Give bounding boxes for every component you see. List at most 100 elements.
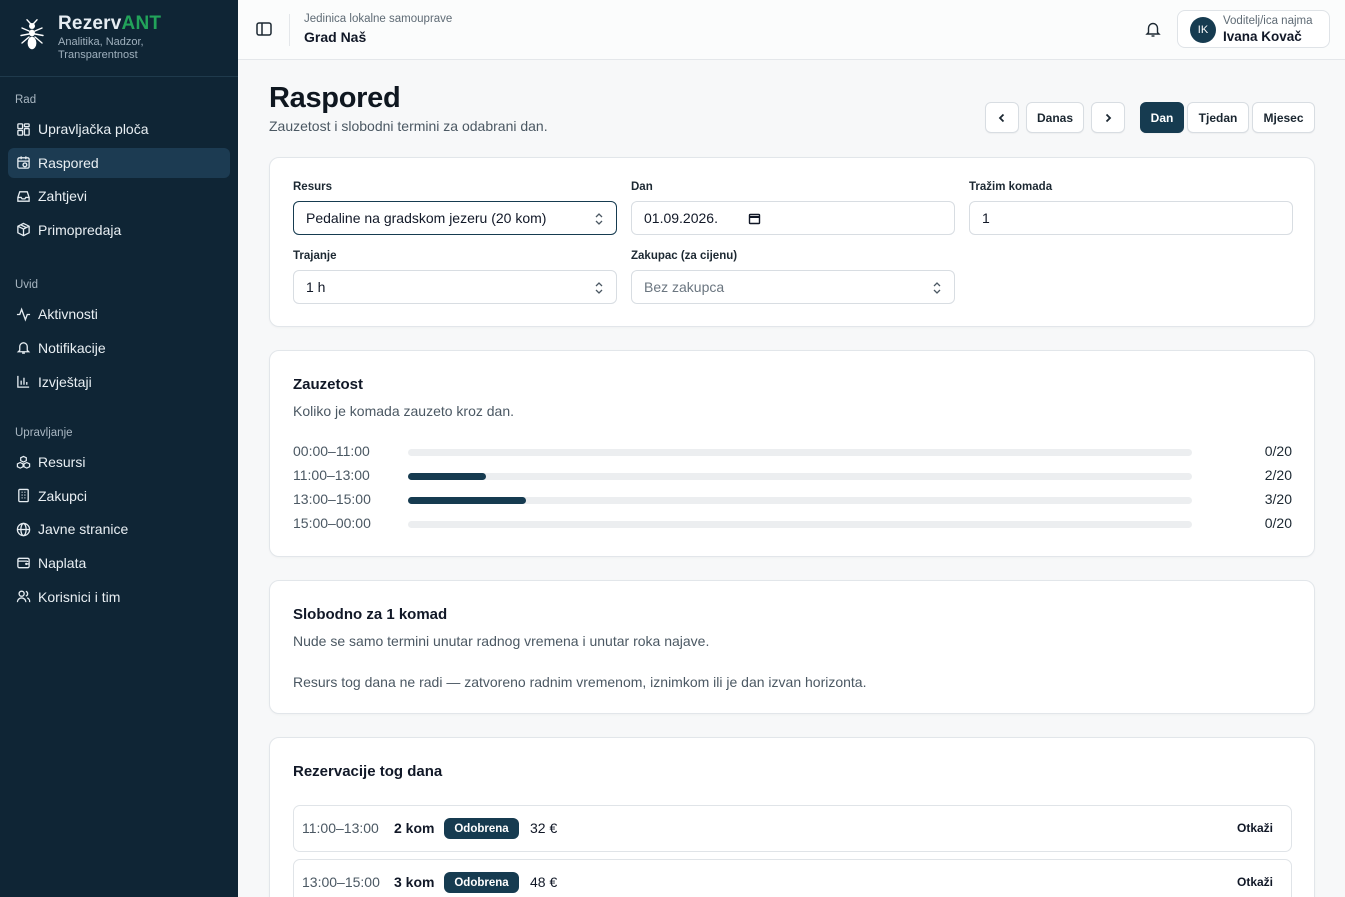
- view-day-button[interactable]: Dan: [1140, 102, 1184, 133]
- ant-logo-icon: [20, 19, 44, 50]
- chevron-right-icon: [1105, 113, 1112, 122]
- sidebar-item-label: Aktivnosti: [38, 306, 98, 323]
- occupancy-count: 0/20: [1264, 443, 1292, 459]
- free-slots-title: Slobodno za 1 komad: [293, 606, 448, 623]
- filters-card: Resurs Pedaline na gradskom jezeru (20 k…: [269, 157, 1315, 327]
- sidebar-item-izvjestaji[interactable]: Izvještaji: [8, 367, 230, 397]
- globe-icon: [16, 522, 31, 537]
- calendar-icon[interactable]: [748, 212, 761, 225]
- occupancy-row: 13:00–15:00 3/20: [293, 490, 1293, 510]
- notifications-bell-icon[interactable]: [1144, 20, 1162, 38]
- occupancy-time: 00:00–11:00: [293, 443, 370, 459]
- reservations-card: Rezervacije tog dana 11:00–13:00 2 kom O…: [269, 737, 1315, 897]
- sidebar-item-zakupci[interactable]: Zakupci: [8, 481, 230, 511]
- sidebar-item-label: Naplata: [38, 554, 87, 571]
- sidebar-item-label: Raspored: [38, 154, 99, 171]
- sidebar-item-primopredaja[interactable]: Primopredaja: [8, 215, 230, 245]
- view-month-button[interactable]: Mjesec: [1252, 102, 1315, 133]
- status-badge: Odobrena: [444, 872, 519, 893]
- view-week-button[interactable]: Tjedan: [1187, 102, 1249, 133]
- duration-select[interactable]: 1 h: [293, 270, 617, 304]
- occupancy-card: Zauzetost Koliko je komada zauzeto kroz …: [269, 350, 1315, 557]
- activity-icon: [16, 307, 31, 322]
- occupancy-row: 11:00–13:00 2/20: [293, 466, 1293, 486]
- org-subtitle: Jedinica lokalne samouprave: [304, 13, 453, 25]
- reservation-time: 11:00–13:00: [302, 820, 379, 836]
- sidebar-item-label: Korisnici i tim: [38, 588, 121, 605]
- bar-chart-icon: [17, 375, 30, 388]
- reservation-row[interactable]: 13:00–15:00 3 kom Odobrena 48 € Otkaži: [293, 859, 1292, 897]
- qty-label: Tražim komada: [969, 181, 1053, 193]
- org-title: Grad Naš: [304, 29, 367, 45]
- calendar-icon: [17, 156, 30, 169]
- occupancy-bar: [408, 449, 1192, 456]
- tenant-select-value: Bez zakupca: [644, 279, 725, 295]
- reservation-qty: 3 kom: [394, 874, 435, 890]
- topbar: Jedinica lokalne samouprave Grad Naš IK …: [238, 0, 1345, 60]
- sidebar-item-zahtjevi[interactable]: Zahtjevi: [8, 181, 230, 211]
- sidebar-item-label: Javne stranice: [38, 521, 129, 538]
- brand[interactable]: RezervANT Analitika, Nadzor, Transparent…: [0, 0, 238, 77]
- prev-day-button[interactable]: [985, 102, 1019, 133]
- sidebar-item-label: Resursi: [38, 454, 86, 471]
- page-title: Raspored: [269, 82, 401, 114]
- occupancy-count: 0/20: [1264, 515, 1292, 531]
- occupancy-bar-fill: [408, 497, 526, 504]
- nav-section-upravljanje: Upravljanje: [15, 427, 73, 440]
- sidebar-item-label: Upravljačka ploča: [38, 121, 149, 137]
- qty-value: 1: [982, 210, 990, 226]
- reservation-row[interactable]: 11:00–13:00 2 kom Odobrena 32 € Otkaži: [293, 805, 1292, 852]
- chevron-up-down-icon: [933, 282, 941, 294]
- reservations-title: Rezervacije tog dana: [293, 763, 443, 780]
- tenant-label: Zakupac (za cijenu): [631, 250, 738, 262]
- bell-icon: [16, 342, 31, 355]
- occupancy-description: Koliko je komada zauzeto kroz dan.: [293, 403, 515, 419]
- occupancy-row: 15:00–00:00 0/20: [293, 514, 1293, 534]
- reservation-time: 13:00–15:00: [302, 874, 380, 890]
- users-icon: [16, 590, 31, 603]
- day-date-input[interactable]: 01.09.2026.: [631, 201, 955, 235]
- qty-input[interactable]: 1: [969, 201, 1293, 235]
- occupancy-count: 3/20: [1264, 491, 1292, 507]
- sidebar-toggle-icon[interactable]: [255, 20, 273, 38]
- package-icon: [17, 222, 30, 237]
- building-icon: [18, 489, 29, 503]
- resource-select[interactable]: Pedaline na gradskom jezeru (20 kom): [293, 201, 617, 235]
- reservation-price: 48 €: [530, 874, 558, 890]
- free-slots-description: Nude se samo termini unutar radnog vreme…: [293, 633, 710, 649]
- chevron-left-icon: [998, 113, 1005, 122]
- sidebar-item-aktivnosti[interactable]: Aktivnosti: [8, 299, 230, 329]
- cancel-reservation-button[interactable]: Otkaži: [1237, 821, 1273, 835]
- occupancy-bar: [408, 521, 1192, 528]
- reservation-price: 32 €: [530, 820, 558, 836]
- occupancy-title: Zauzetost: [293, 376, 364, 393]
- dashboard-icon: [17, 122, 30, 136]
- sidebar-item-notifikacije[interactable]: Notifikacije: [8, 333, 230, 363]
- sidebar-item-label: Zakupci: [38, 487, 88, 504]
- sidebar-item-javne-stranice[interactable]: Javne stranice: [8, 514, 230, 544]
- sidebar-item-resursi[interactable]: Resursi: [8, 447, 230, 477]
- next-day-button[interactable]: [1091, 102, 1125, 133]
- occupancy-bar-fill: [408, 473, 487, 480]
- duration-label: Trajanje: [293, 250, 337, 262]
- avatar: IK: [1190, 17, 1216, 43]
- brand-name: RezervANT: [58, 13, 161, 35]
- brand-name-part1: Rezerv: [58, 13, 122, 34]
- sidebar-item-raspored[interactable]: Raspored: [8, 147, 230, 178]
- page-subtitle: Zauzetost i slobodni termini za odabrani…: [269, 118, 548, 134]
- occupancy-time: 11:00–13:00: [293, 467, 370, 483]
- sidebar-item-upravljacka-ploca[interactable]: Upravljačka ploča: [8, 114, 230, 144]
- sidebar-item-label: Notifikacije: [38, 339, 106, 356]
- sidebar-item-naplata[interactable]: Naplata: [8, 548, 230, 578]
- nav-section-rad: Rad: [15, 94, 37, 106]
- user-menu[interactable]: IK Voditelj/ica najma Ivana Kovač: [1177, 10, 1330, 48]
- chevron-up-down-icon: [595, 213, 603, 225]
- chevron-up-down-icon: [595, 282, 603, 294]
- today-button[interactable]: Danas: [1026, 102, 1084, 133]
- tenant-select[interactable]: Bez zakupca: [631, 270, 955, 304]
- sidebar-item-korisnici-i-tim[interactable]: Korisnici i tim: [8, 582, 230, 612]
- free-slots-card: Slobodno za 1 komad Nude se samo termini…: [269, 580, 1315, 714]
- free-slots-message: Resurs tog dana ne radi — zatvoreno radn…: [293, 674, 867, 690]
- cancel-reservation-button[interactable]: Otkaži: [1237, 875, 1273, 889]
- resource-select-value: Pedaline na gradskom jezeru (20 kom): [306, 210, 547, 226]
